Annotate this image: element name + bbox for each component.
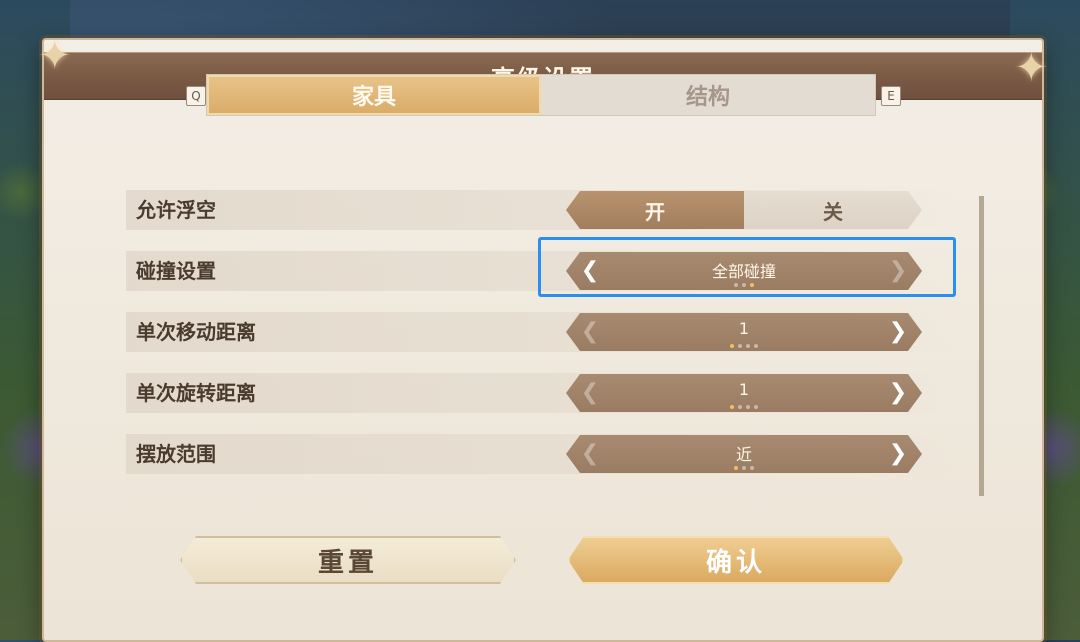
setting-row-allow-float: 允许浮空 开 关 [126, 190, 956, 230]
tab-prev-key[interactable]: Q [186, 86, 206, 106]
setting-label: 单次移动距离 [136, 320, 256, 344]
selector-value: 1 [738, 380, 750, 399]
allow-float-toggle: 开 关 [566, 191, 922, 229]
option-dot [742, 466, 746, 470]
setting-label: 单次旋转距离 [136, 381, 256, 405]
star-ornament-icon: ✦ [1014, 45, 1048, 91]
setting-row-rotate-distance: 单次旋转距离 ❮ 1 ❯ [126, 373, 956, 413]
scrollbar-thumb[interactable] [979, 196, 984, 496]
tab-next-key[interactable]: E [881, 86, 901, 106]
rotate-distance-selector: ❮ 1 ❯ [566, 374, 922, 412]
option-indicator [566, 401, 922, 409]
option-dot [730, 405, 734, 409]
option-dot [734, 466, 738, 470]
tab-structure[interactable]: 结构 [541, 75, 875, 115]
tab-bar: 家具 结构 [206, 74, 876, 116]
option-dot [738, 405, 742, 409]
option-dot [730, 344, 734, 348]
option-indicator [566, 462, 922, 470]
option-dot [746, 344, 750, 348]
option-dot [746, 405, 750, 409]
star-ornament-icon: ✦ [38, 33, 72, 79]
tab-furniture[interactable]: 家具 [207, 75, 541, 115]
toggle-on-button[interactable]: 开 [566, 191, 744, 229]
setting-row-place-range: 摆放范围 ❮ 近 ❯ [126, 434, 956, 474]
option-dot [750, 466, 754, 470]
setting-label: 摆放范围 [136, 442, 216, 466]
toggle-off-button[interactable]: 关 [744, 191, 922, 229]
setting-label: 碰撞设置 [136, 259, 216, 283]
setting-row-move-distance: 单次移动距离 ❮ 1 ❯ [126, 312, 956, 352]
selection-highlight [538, 237, 956, 297]
confirm-button[interactable]: 确认 [568, 536, 904, 584]
move-distance-selector: ❮ 1 ❯ [566, 313, 922, 351]
option-dot [754, 405, 758, 409]
reset-button[interactable]: 重置 [180, 536, 516, 584]
option-dot [754, 344, 758, 348]
option-dot [738, 344, 742, 348]
selector-value: 1 [738, 319, 750, 338]
setting-label: 允许浮空 [136, 198, 216, 222]
place-range-selector: ❮ 近 ❯ [566, 435, 922, 473]
option-indicator [566, 340, 922, 348]
